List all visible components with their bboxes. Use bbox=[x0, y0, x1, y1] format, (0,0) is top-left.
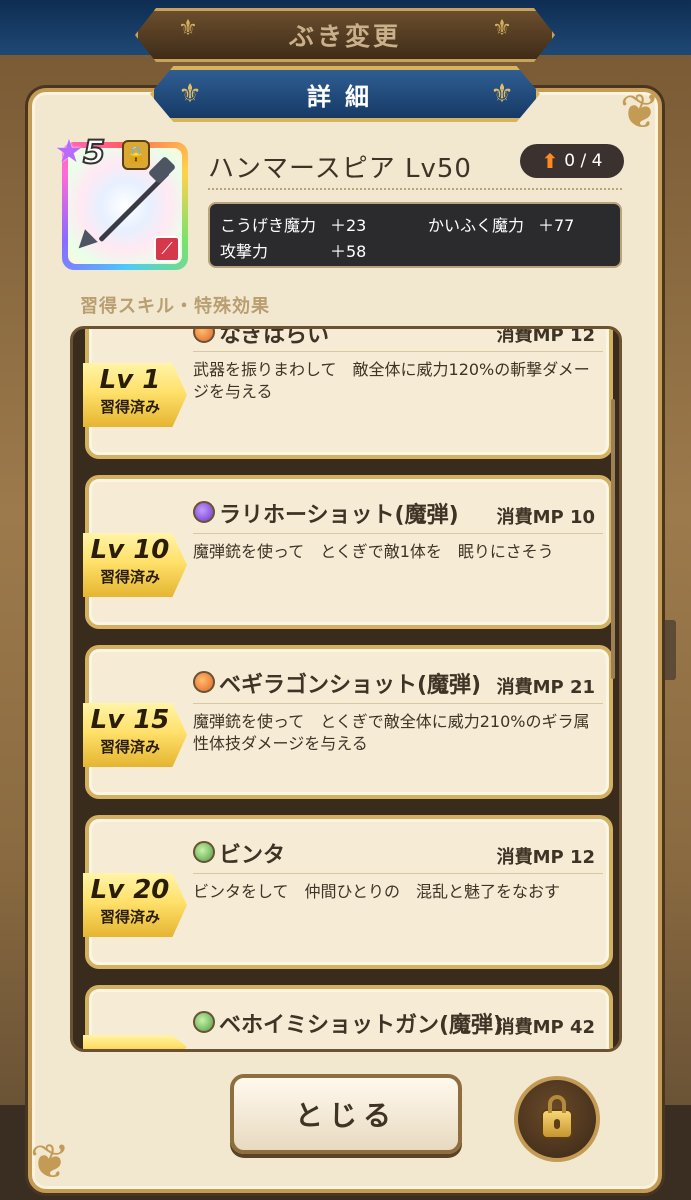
upgrade-count-badge: ⬆ 0 / 4 bbox=[520, 144, 624, 178]
padlock-icon: 🔒 bbox=[122, 140, 150, 170]
stat-heal-magic: かいふく魔力 ＋77 bbox=[428, 212, 574, 236]
learned-status: 習得済み bbox=[99, 908, 160, 926]
level-tag: Lv 1 習得済み bbox=[83, 363, 187, 427]
side-tab bbox=[662, 620, 676, 680]
skill-name: ベホイミショットガン(魔弾) bbox=[219, 1013, 504, 1038]
skill-description: 魔弾銃を使って とくぎで敵全体に威力210%のギラ属性体技ダメージを与える bbox=[193, 712, 590, 753]
stat-label: かいふく魔力 bbox=[428, 216, 525, 235]
fleur-ornament-icon: ⚜ bbox=[178, 79, 202, 109]
fleur-ornament-icon: ⚜ bbox=[492, 16, 512, 41]
stat-value: ＋23 bbox=[330, 216, 367, 235]
skill-mp-cost: 消費MP 42 bbox=[496, 1017, 595, 1038]
skill-name: ラリホーショット(魔弾) bbox=[219, 503, 459, 528]
dark-orb-icon bbox=[193, 501, 215, 523]
skill-mp-cost: 消費MP 12 bbox=[496, 326, 595, 346]
skill-description: 武器を振りまわして 敵全体に威力120%の斬撃ダメージを与える bbox=[193, 360, 590, 401]
heal-orb-icon bbox=[193, 1011, 215, 1033]
padlock-icon bbox=[541, 1095, 573, 1139]
skill-card[interactable]: Lv 15 習得済み ベギラゴンショット(魔弾) 消費MP 21 魔弾銃を使って… bbox=[83, 645, 613, 799]
skill-card[interactable]: ベホイミショットガン(魔弾) 消費MP 42 bbox=[83, 985, 613, 1049]
level-text: Lv 1 bbox=[99, 365, 161, 395]
stat-label: 攻撃力 bbox=[220, 242, 269, 261]
close-button-label: とじる bbox=[294, 1099, 397, 1132]
level-text: Lv 15 bbox=[90, 705, 170, 735]
skill-mp-cost: 消費MP 10 bbox=[496, 507, 595, 528]
skill-card[interactable]: Lv 20 習得済み ビンタ 消費MP 12 ビンタをして 仲間ひとりの 混乱と… bbox=[83, 815, 613, 969]
close-button[interactable]: とじる bbox=[230, 1074, 462, 1154]
skill-card[interactable]: Lv 10 習得済み ラリホーショット(魔弾) 消費MP 10 魔弾銃を使って … bbox=[83, 475, 613, 629]
spear-type-icon: ⟋ bbox=[154, 236, 180, 262]
divider bbox=[193, 533, 603, 534]
skill-list[interactable]: Lv 1 習得済み なぎはらい 消費MP 12 武器を振りまわして 敵全体に威力… bbox=[70, 326, 622, 1052]
stat-label: こうげき魔力 bbox=[220, 216, 317, 235]
spear-head bbox=[147, 155, 177, 185]
stat-value: ＋58 bbox=[330, 242, 367, 261]
fleur-ornament-icon: ⚜ bbox=[178, 16, 198, 41]
upgrade-arrow-icon: ⬆ bbox=[541, 149, 559, 173]
stat-attack: 攻撃力 ＋58 bbox=[220, 238, 366, 262]
skill-name: ベギラゴンショット(魔弾) bbox=[219, 673, 482, 698]
list-scrollbar[interactable] bbox=[611, 399, 615, 679]
stat-attack-magic: こうげき魔力 ＋23 bbox=[220, 212, 366, 236]
fleur-ornament-icon: ⚜ bbox=[490, 79, 514, 109]
weapon-name: ハンマースピア Lv50 bbox=[208, 154, 472, 184]
panel-title: 詳細 bbox=[307, 82, 383, 111]
divider bbox=[208, 188, 622, 190]
keyhole bbox=[554, 1119, 560, 1129]
level-tag: Lv 10 習得済み bbox=[83, 533, 187, 597]
stats-box: こうげき魔力 ＋23 かいふく魔力 ＋77 攻撃力 ＋58 bbox=[208, 202, 622, 268]
divider bbox=[193, 873, 603, 874]
skill-description: 魔弾銃を使って とくぎで敵1体を 眠りにさそう bbox=[193, 542, 554, 561]
learned-status: 習得済み bbox=[99, 568, 160, 586]
divider bbox=[193, 351, 603, 352]
corner-ornament-icon: ❦ bbox=[29, 1134, 71, 1190]
stat-value: ＋77 bbox=[538, 216, 575, 235]
skill-name: なぎはらい bbox=[219, 326, 330, 348]
level-tag: Lv 15 習得済み bbox=[83, 703, 187, 767]
screen-title: ぶき変更 bbox=[288, 22, 401, 51]
lock-shackle bbox=[548, 1095, 566, 1113]
lock-button[interactable] bbox=[514, 1076, 600, 1162]
divider bbox=[193, 703, 603, 704]
fire-orb-icon bbox=[193, 671, 215, 693]
learned-status: 習得済み bbox=[99, 738, 160, 756]
level-tag: Lv 20 習得済み bbox=[83, 873, 187, 937]
level-text: Lv 20 bbox=[90, 875, 170, 905]
skill-description: ビンタをして 仲間ひとりの 混乱と魅了をなおす bbox=[193, 882, 561, 901]
level-tag bbox=[83, 1035, 187, 1049]
level-text: Lv 10 bbox=[90, 535, 170, 565]
fire-orb-icon bbox=[193, 329, 215, 343]
learned-status: 習得済み bbox=[99, 398, 160, 416]
spear-tip bbox=[72, 229, 98, 255]
section-label: 習得スキル・特殊効果 bbox=[80, 296, 270, 317]
skill-name: ビンタ bbox=[219, 843, 286, 868]
heal-orb-icon bbox=[193, 841, 215, 863]
corner-ornament-icon: ❦ bbox=[619, 84, 661, 140]
star-icon: ★ bbox=[54, 132, 84, 170]
rarity-number: 5 bbox=[82, 133, 106, 171]
upgrade-count: 0 / 4 bbox=[564, 151, 603, 171]
skill-mp-cost: 消費MP 12 bbox=[496, 847, 595, 868]
skill-mp-cost: 消費MP 21 bbox=[496, 677, 595, 698]
skill-card[interactable]: Lv 1 習得済み なぎはらい 消費MP 12 武器を振りまわして 敵全体に威力… bbox=[83, 326, 613, 459]
